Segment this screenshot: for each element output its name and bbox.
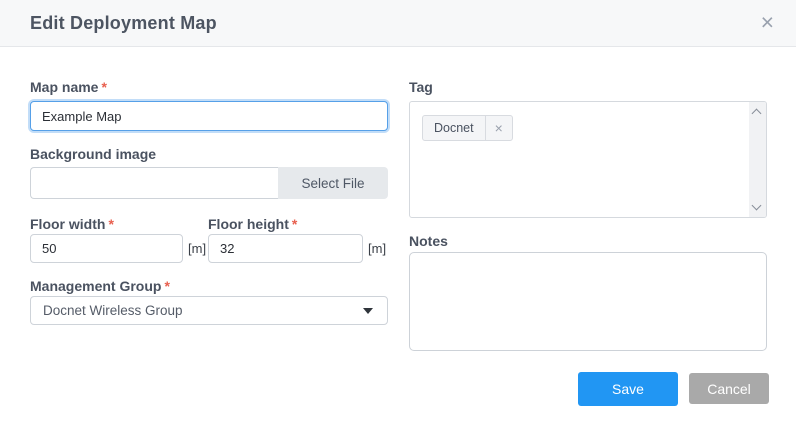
dialog-title: Edit Deployment Map [30,0,217,47]
background-image-file-row: Select File [30,167,388,199]
floor-height-label: Floor height* [208,216,297,232]
tag-chip-label: Docnet [423,116,485,140]
background-image-filename-input[interactable] [30,167,278,199]
management-group-label-text: Management Group [30,278,161,294]
chevron-up-icon[interactable] [752,109,762,119]
floor-width-label: Floor width* [30,216,114,232]
management-group-label: Management Group* [30,278,170,294]
map-name-label-text: Map name [30,79,98,95]
required-asterisk: * [164,278,169,294]
floor-height-unit: [m] [368,241,386,256]
notes-label: Notes [409,233,448,249]
tag-chip: Docnet × [422,115,513,141]
required-asterisk: * [292,216,297,232]
background-image-label-text: Background image [30,146,156,162]
chevron-down-icon[interactable] [752,201,762,211]
map-name-input[interactable] [30,101,388,131]
background-image-label: Background image [30,146,156,162]
tag-box[interactable]: Docnet × [409,101,767,218]
map-name-label: Map name* [30,79,107,95]
tag-box-scrollbar[interactable] [749,102,766,217]
dialog-header: Edit Deployment Map × [0,0,796,47]
tag-label: Tag [409,79,433,95]
management-group-select[interactable]: Docnet Wireless Group [30,296,388,325]
floor-height-label-text: Floor height [208,216,289,232]
notes-label-text: Notes [409,233,448,249]
floor-width-unit: [m] [188,241,206,256]
edit-deployment-map-dialog: Edit Deployment Map × Map name* Backgrou… [0,0,796,425]
select-file-button[interactable]: Select File [278,167,388,199]
notes-textarea[interactable] [409,252,767,351]
floor-height-input[interactable] [208,234,363,263]
close-icon[interactable]: × [761,11,774,34]
floor-width-label-text: Floor width [30,216,105,232]
floor-width-input[interactable] [30,234,183,263]
cancel-button[interactable]: Cancel [689,373,769,404]
dropdown-arrow-icon [363,308,373,314]
tag-label-text: Tag [409,79,433,95]
management-group-selected-option: Docnet Wireless Group [43,303,183,318]
required-asterisk: * [101,79,106,95]
required-asterisk: * [108,216,113,232]
save-button[interactable]: Save [578,372,678,406]
remove-tag-icon[interactable]: × [485,116,512,140]
